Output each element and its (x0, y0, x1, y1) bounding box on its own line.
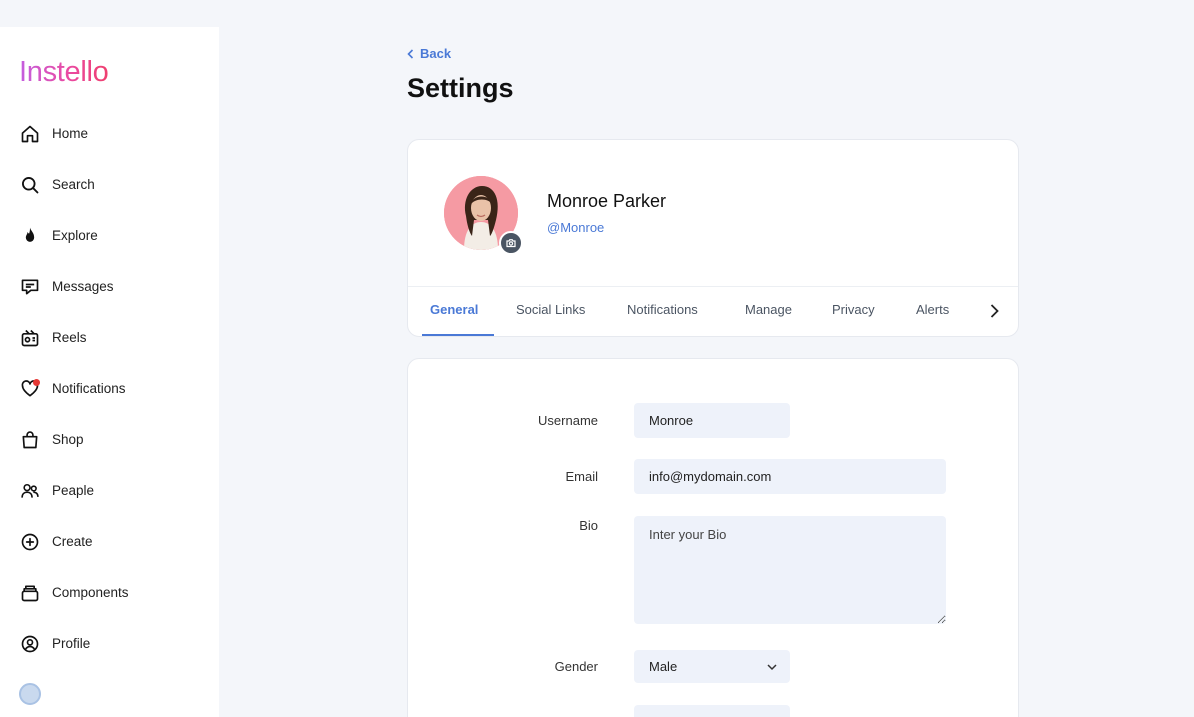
tab-social-links[interactable]: Social Links (516, 287, 585, 337)
profile-card: Monroe Parker @Monroe General Social Lin… (407, 139, 1019, 337)
sidebar-item-label: Messages (52, 279, 114, 294)
tab-manage[interactable]: Manage (745, 287, 792, 337)
back-link[interactable]: Back (407, 46, 451, 61)
tabs-next-button[interactable] (984, 300, 1004, 322)
sidebar-item-label: Explore (52, 228, 98, 243)
sidebar-item-label: Reels (52, 330, 87, 345)
username-label: Username (538, 413, 598, 428)
people-icon (19, 480, 40, 501)
sidebar-item-notifications[interactable]: Notifications (0, 363, 219, 414)
sidebar-item-label: Home (52, 126, 89, 141)
profile-name: Monroe Parker (547, 191, 667, 211)
chevron-down-icon (767, 663, 777, 670)
fire-icon (19, 225, 40, 246)
change-photo-button[interactable] (499, 231, 523, 255)
app-logo[interactable]: Instello (19, 56, 109, 89)
relationship-select[interactable] (634, 705, 790, 717)
gender-select[interactable]: Male (634, 650, 790, 683)
tab-alerts[interactable]: Alerts (916, 287, 949, 337)
sidebar-item-label: Create (52, 534, 93, 549)
user-avatar[interactable] (19, 683, 41, 705)
sidebar-item-messages[interactable]: Messages (0, 261, 219, 312)
sidebar-item-home[interactable]: Home (0, 108, 219, 159)
sidebar-item-reels[interactable]: Reels (0, 312, 219, 363)
email-label: Email (565, 469, 598, 484)
settings-tabs: General Social Links Notifications Manag… (408, 287, 1018, 337)
sidebar-item-search[interactable]: Search (0, 159, 219, 210)
tab-notifications[interactable]: Notifications (627, 287, 698, 337)
profile-handle[interactable]: @Monroe (547, 220, 604, 235)
sidebar-item-create[interactable]: Create (0, 516, 219, 567)
gender-select-value: Male (649, 659, 678, 674)
sidebar-nav: Home Search Explore Messages Reels Notif… (0, 108, 219, 669)
sidebar-item-label: Profile (52, 636, 91, 651)
tab-general[interactable]: General (430, 287, 478, 337)
sidebar-item-label: Search (52, 177, 95, 192)
profile-avatar-wrap (444, 176, 523, 255)
general-settings-form: Username Email Bio Gender Male (407, 358, 1019, 717)
sidebar-item-explore[interactable]: Explore (0, 210, 219, 261)
bio-label: Bio (579, 518, 598, 533)
sidebar-item-people[interactable]: Peaple (0, 465, 219, 516)
gender-label: Gender (554, 659, 598, 674)
camera-icon (506, 239, 516, 248)
sidebar: Instello Home Search Explore Messages Re… (0, 27, 219, 717)
page-title: Settings (407, 73, 514, 103)
sidebar-item-label: Peaple (52, 483, 95, 498)
active-tab-indicator (422, 334, 494, 336)
sidebar-item-label: Shop (52, 432, 84, 447)
components-icon (19, 582, 40, 603)
plus-circle-icon (19, 531, 40, 552)
bag-icon (19, 429, 40, 450)
home-icon (19, 123, 40, 144)
search-icon (19, 174, 40, 195)
sidebar-item-label: Components (52, 585, 129, 600)
reels-icon (19, 327, 40, 348)
sidebar-item-label: Notifications (52, 381, 126, 396)
message-icon (19, 276, 40, 297)
bio-textarea[interactable] (634, 516, 946, 624)
tab-privacy[interactable]: Privacy (832, 287, 875, 337)
back-label: Back (420, 46, 452, 61)
sidebar-item-components[interactable]: Components (0, 567, 219, 618)
profile-icon (19, 633, 40, 654)
email-input[interactable] (634, 459, 946, 494)
chevron-right-icon (990, 304, 999, 318)
chevron-left-icon (407, 48, 414, 59)
sidebar-item-shop[interactable]: Shop (0, 414, 219, 465)
sidebar-item-profile[interactable]: Profile (0, 618, 219, 669)
username-input[interactable] (634, 403, 790, 438)
notification-dot (33, 379, 40, 386)
